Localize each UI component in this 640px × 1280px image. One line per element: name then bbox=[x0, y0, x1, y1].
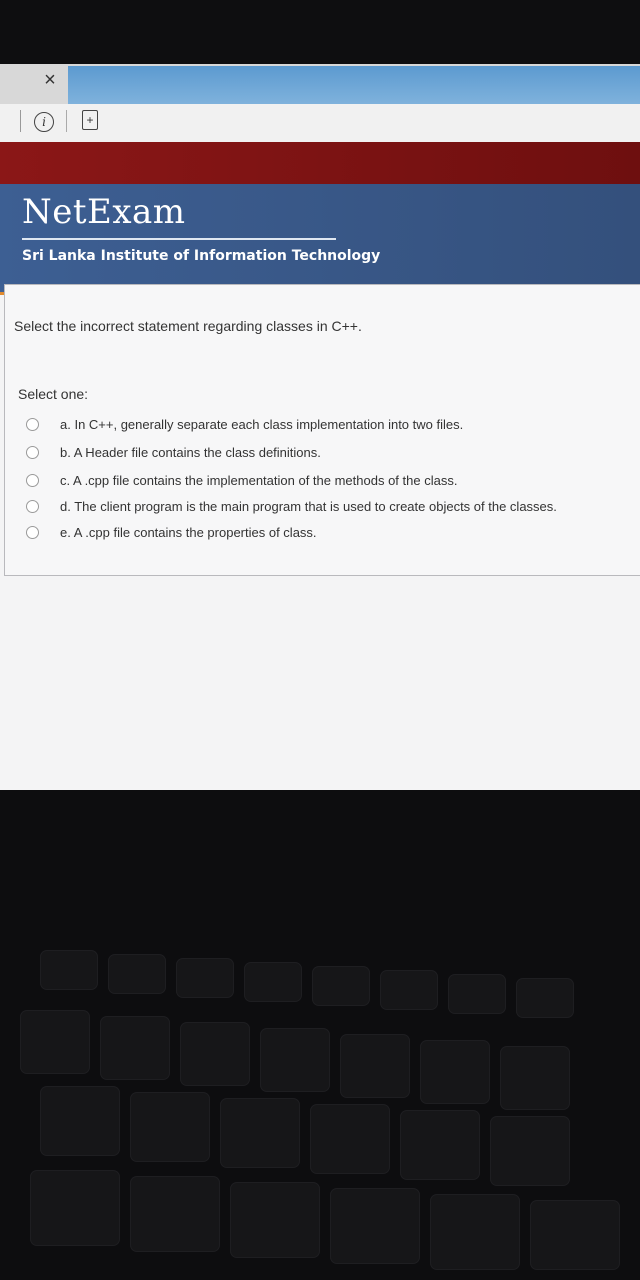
laptop-keyboard-area bbox=[0, 790, 640, 1280]
radio-button[interactable] bbox=[26, 445, 39, 459]
answer-option-b[interactable]: b. A Header file contains the class defi… bbox=[26, 442, 626, 462]
keyboard-key bbox=[30, 1170, 120, 1246]
answer-option-label: c. A .cpp file contains the implementati… bbox=[60, 472, 458, 488]
keyboard-key bbox=[500, 1046, 570, 1110]
keyboard-key bbox=[310, 1104, 390, 1174]
answer-option-label: b. A Header file contains the class defi… bbox=[60, 444, 321, 460]
site-logo-text: NetExam bbox=[22, 192, 186, 232]
answer-prompt: Select one: bbox=[18, 386, 89, 402]
keyboard-key bbox=[130, 1176, 220, 1252]
keyboard-key bbox=[516, 978, 574, 1018]
keyboard-key bbox=[40, 1086, 120, 1156]
answer-option-e[interactable]: e. A .cpp file contains the properties o… bbox=[26, 522, 626, 542]
answer-option-label: d. The client program is the main progra… bbox=[60, 498, 557, 514]
keyboard-key bbox=[220, 1098, 300, 1168]
answer-option-label: a. In C++, generally separate each class… bbox=[60, 416, 464, 432]
browser-active-tab[interactable] bbox=[68, 66, 640, 104]
answer-option-a[interactable]: a. In C++, generally separate each class… bbox=[26, 414, 626, 434]
answer-option-label: e. A .cpp file contains the properties o… bbox=[60, 524, 317, 540]
radio-button[interactable] bbox=[26, 499, 39, 513]
keyboard-key bbox=[108, 954, 166, 994]
keyboard-key bbox=[430, 1194, 520, 1270]
keyboard-key bbox=[176, 958, 234, 998]
institute-name: Sri Lanka Institute of Information Techn… bbox=[22, 248, 381, 264]
answer-option-c[interactable]: c. A .cpp file contains the implementati… bbox=[26, 470, 626, 490]
close-icon[interactable]: × bbox=[36, 66, 64, 94]
radio-button[interactable] bbox=[26, 525, 39, 539]
keyboard-key bbox=[100, 1016, 170, 1080]
keyboard-key bbox=[420, 1040, 490, 1104]
answer-option-d[interactable]: d. The client program is the main progra… bbox=[26, 496, 626, 516]
radio-button[interactable] bbox=[26, 473, 39, 487]
keyboard-key bbox=[230, 1182, 320, 1258]
keyboard-key bbox=[244, 962, 302, 1002]
question-text: Select the incorrect statement regarding… bbox=[14, 318, 362, 334]
keyboard-key bbox=[40, 950, 98, 990]
toolbar-divider bbox=[20, 110, 21, 132]
keyboard-key bbox=[20, 1010, 90, 1074]
keyboard-key bbox=[330, 1188, 420, 1264]
keyboard-key bbox=[312, 966, 370, 1006]
keyboard-key bbox=[340, 1034, 410, 1098]
keyboard-key bbox=[530, 1200, 620, 1270]
keyboard-key bbox=[400, 1110, 480, 1180]
logo-underline bbox=[22, 238, 336, 240]
radio-button[interactable] bbox=[26, 417, 39, 431]
keyboard-key bbox=[448, 974, 506, 1014]
top-brand-band bbox=[0, 142, 640, 186]
keyboard-key bbox=[130, 1092, 210, 1162]
screen-bezel bbox=[0, 0, 640, 66]
info-icon[interactable]: i bbox=[34, 112, 54, 132]
keyboard-key bbox=[260, 1028, 330, 1092]
keyboard-key bbox=[380, 970, 438, 1010]
keyboard-key bbox=[180, 1022, 250, 1086]
keyboard-key bbox=[490, 1116, 570, 1186]
add-page-icon[interactable]: + bbox=[82, 110, 98, 130]
toolbar-divider bbox=[66, 110, 67, 132]
